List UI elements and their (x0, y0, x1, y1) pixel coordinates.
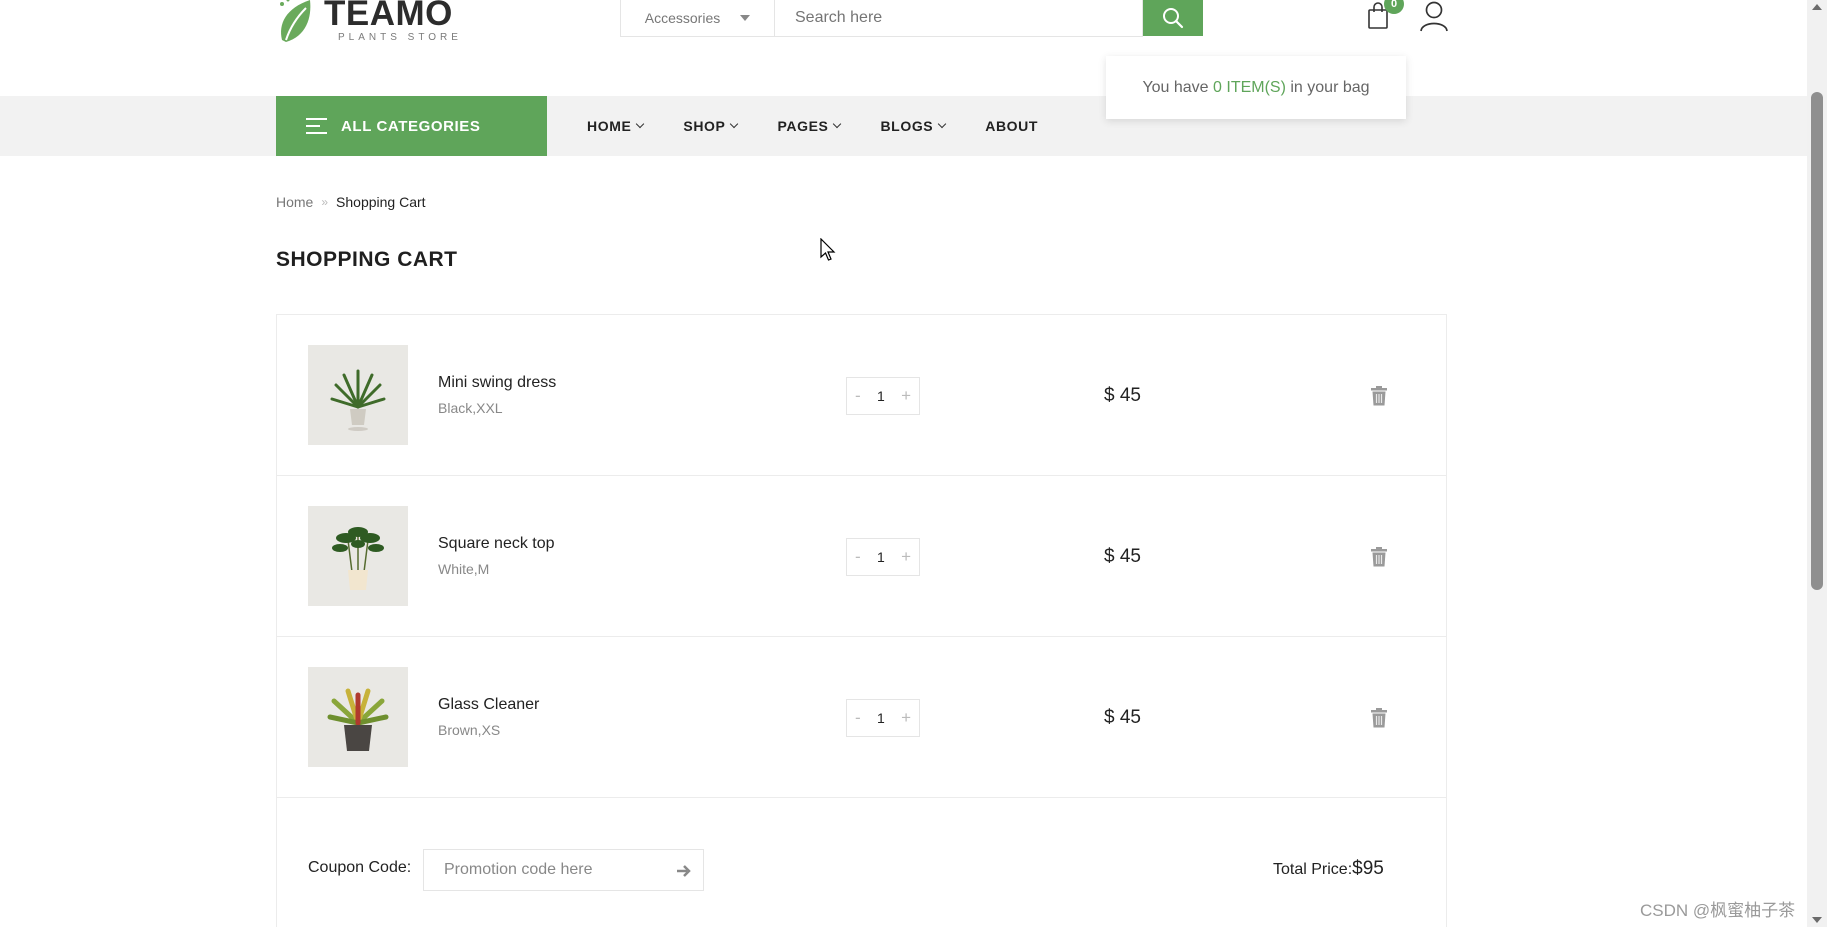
qty-decrease-button[interactable]: - (855, 708, 861, 728)
product-name-link[interactable]: Glass Cleaner (438, 696, 539, 714)
caret-down-icon (740, 15, 751, 21)
product-price: $ 45 (1104, 707, 1141, 728)
qty-value[interactable]: 1 (877, 710, 885, 726)
bag-popup-count: 0 ITEM(S) (1213, 78, 1286, 96)
nav-item-blogs[interactable]: BLOGS (880, 118, 947, 134)
quantity-stepper: - 1 + (846, 538, 920, 576)
cart-row: Mini swing dress Black,XXL - 1 + $ 45 (277, 315, 1446, 476)
coupon-placeholder: Promotion code here (444, 861, 593, 878)
bag-popup-suffix: in your bag (1290, 78, 1370, 96)
search-input[interactable] (775, 0, 1143, 37)
product-name-link[interactable]: Mini swing dress (438, 374, 556, 392)
total-price-label: Total Price: (1273, 861, 1353, 878)
nav-item-label: SHOP (683, 118, 726, 134)
chevron-down-icon (730, 119, 739, 129)
potted-bamboo-plant-image[interactable] (308, 506, 408, 606)
scroll-up-arrow-icon[interactable] (1812, 4, 1822, 10)
chevron-down-icon (938, 119, 947, 129)
cart-row: Square neck top White,M - 1 + $ 45 (277, 476, 1446, 637)
all-categories-button[interactable]: ALL CATEGORIES (276, 96, 547, 156)
nav-item-label: HOME (587, 118, 632, 134)
nav-item-pages[interactable]: PAGES (777, 118, 842, 134)
chevron-down-icon (833, 119, 842, 129)
scrollbar-thumb[interactable] (1811, 92, 1823, 590)
chevron-down-icon (636, 119, 645, 129)
total-price: Total Price:$95 (1273, 858, 1384, 880)
trash-icon[interactable] (1370, 708, 1388, 728)
bag-summary-popup: You have 0 ITEM(S) in your bag (1106, 56, 1406, 119)
arrow-right-icon[interactable] (675, 862, 693, 880)
nav-item-label: ABOUT (985, 118, 1039, 134)
quantity-stepper: - 1 + (846, 377, 920, 415)
qty-value[interactable]: 1 (877, 549, 885, 565)
qty-decrease-button[interactable]: - (855, 386, 861, 406)
cart-table: Mini swing dress Black,XXL - 1 + $ 45 Sq… (276, 314, 1447, 927)
search-bar: Accessories (620, 0, 1203, 37)
all-categories-label: ALL CATEGORIES (341, 117, 481, 135)
mouse-cursor-icon (820, 237, 836, 262)
breadcrumb-current: Shopping Cart (336, 194, 426, 210)
header: TEAMO PLANTS STORE Accessories Search he… (0, 0, 1807, 119)
coupon-code-input[interactable]: Promotion code here (423, 849, 704, 891)
leaf-logo-icon (276, 0, 320, 46)
nav-item-label: PAGES (777, 118, 829, 134)
nav-menu: HOME SHOP PAGES BLOGS ABOUT (587, 96, 1038, 156)
qty-increase-button[interactable]: + (901, 708, 911, 728)
quantity-stepper: - 1 + (846, 699, 920, 737)
qty-increase-button[interactable]: + (901, 547, 911, 567)
brand-name: TEAMO (324, 0, 453, 33)
brand-tagline: PLANTS STORE (338, 32, 462, 43)
potted-bromeliad-plant-image[interactable] (308, 667, 408, 767)
page-scrollbar[interactable] (1807, 0, 1827, 927)
main-navigation: ALL CATEGORIES HOME SHOP PAGES BLOGS ABO… (0, 96, 1807, 156)
nav-item-home[interactable]: HOME (587, 118, 645, 134)
breadcrumb-separator: » (321, 195, 329, 209)
scroll-down-arrow-icon[interactable] (1812, 917, 1822, 923)
cart-count-badge: 0 (1384, 0, 1404, 14)
trash-icon[interactable] (1370, 547, 1388, 567)
page: TEAMO PLANTS STORE Accessories Search he… (0, 0, 1827, 927)
product-variant: White,M (438, 561, 490, 577)
nav-item-about[interactable]: ABOUT (985, 118, 1038, 134)
search-category-select[interactable]: Accessories (620, 0, 775, 37)
trash-icon[interactable] (1370, 386, 1388, 406)
potted-palm-plant-image[interactable] (308, 345, 408, 445)
coupon-label: Coupon Code: (308, 859, 412, 876)
qty-decrease-button[interactable]: - (855, 547, 861, 567)
hamburger-menu-icon (306, 118, 327, 134)
nav-item-label: BLOGS (880, 118, 934, 134)
page-title: SHOPPING CART (276, 248, 458, 271)
product-variant: Brown,XS (438, 722, 501, 738)
user-account-icon[interactable] (1419, 0, 1449, 32)
qty-increase-button[interactable]: + (901, 386, 911, 406)
search-category-value: Accessories (644, 10, 721, 26)
bag-popup-prefix: You have (1142, 78, 1209, 96)
watermark: CSDN @枫蜜柚子茶 (1640, 901, 1796, 920)
search-button[interactable] (1143, 0, 1203, 36)
qty-value[interactable]: 1 (877, 388, 885, 404)
breadcrumb-home-link[interactable]: Home (276, 194, 313, 210)
product-price: $ 45 (1104, 385, 1141, 406)
product-price: $ 45 (1104, 546, 1141, 567)
search-icon (1163, 8, 1184, 29)
product-name-link[interactable]: Square neck top (438, 535, 555, 553)
breadcrumb: Home » Shopping Cart (276, 194, 426, 210)
total-price-value: $95 (1352, 858, 1384, 879)
product-variant: Black,XXL (438, 400, 503, 416)
logo[interactable]: TEAMO PLANTS STORE (276, 0, 462, 46)
cart-row: Glass Cleaner Brown,XS - 1 + $ 45 (277, 637, 1446, 798)
nav-item-shop[interactable]: SHOP (683, 118, 739, 134)
